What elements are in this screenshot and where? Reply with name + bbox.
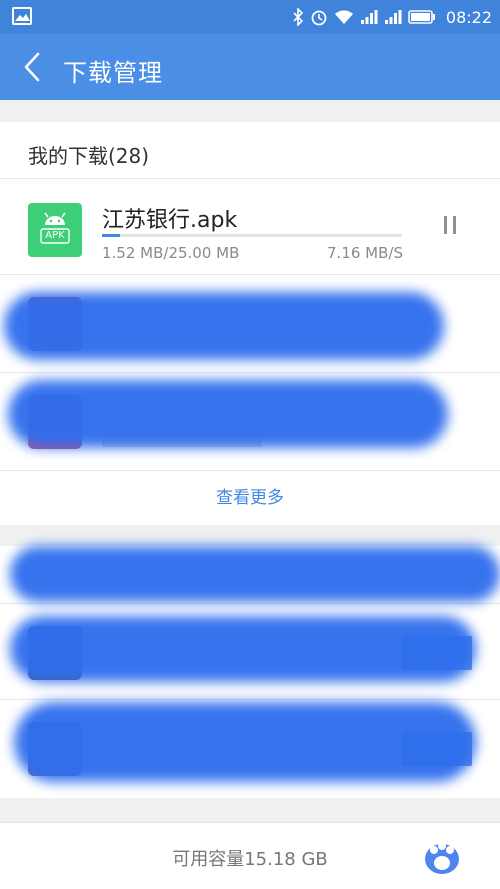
app-bar: 下载管理: [0, 34, 500, 100]
redaction-blob: [14, 702, 476, 782]
chevron-left-icon[interactable]: [18, 51, 48, 83]
download-progress-fill: [102, 234, 120, 237]
redaction-blob: [10, 546, 500, 602]
redaction-blob: [4, 292, 444, 360]
signal-icon: [384, 10, 402, 24]
status-time: 08:22: [445, 7, 492, 27]
download-item-size: 1.52 MB/25.00 MB: [102, 244, 240, 262]
android-apk-icon: APK: [28, 203, 82, 257]
pause-icon[interactable]: [440, 212, 462, 240]
baidu-watermark-icon: [425, 842, 459, 874]
page-title: 下载管理: [63, 59, 163, 87]
bluetooth-icon: [293, 8, 304, 26]
apk-icon-label: APK: [45, 230, 65, 241]
status-bar: 08:22: [0, 0, 500, 34]
download-progress-bar: [102, 234, 402, 237]
storage-footer: 可用容量15.18 GB: [0, 822, 500, 889]
alarm-icon: [311, 10, 327, 26]
signal-icon: [360, 10, 378, 24]
redaction-blob: [10, 616, 476, 682]
redaction-blob: [8, 380, 448, 448]
download-item-name: 江苏银行.apk: [102, 208, 238, 233]
download-item[interactable]: APK 江苏银行.apk 1.52 MB/25.00 MB 7.16 MB/S: [0, 178, 500, 274]
battery-icon: [408, 10, 435, 24]
image-icon: [12, 7, 32, 25]
status-icons: 08:22: [292, 5, 492, 29]
wifi-icon: [334, 10, 353, 24]
download-item-speed: 7.16 MB/S: [327, 244, 403, 262]
my-downloads-heading: 我的下载(28): [28, 144, 150, 168]
see-more-link[interactable]: 查看更多: [0, 470, 500, 525]
